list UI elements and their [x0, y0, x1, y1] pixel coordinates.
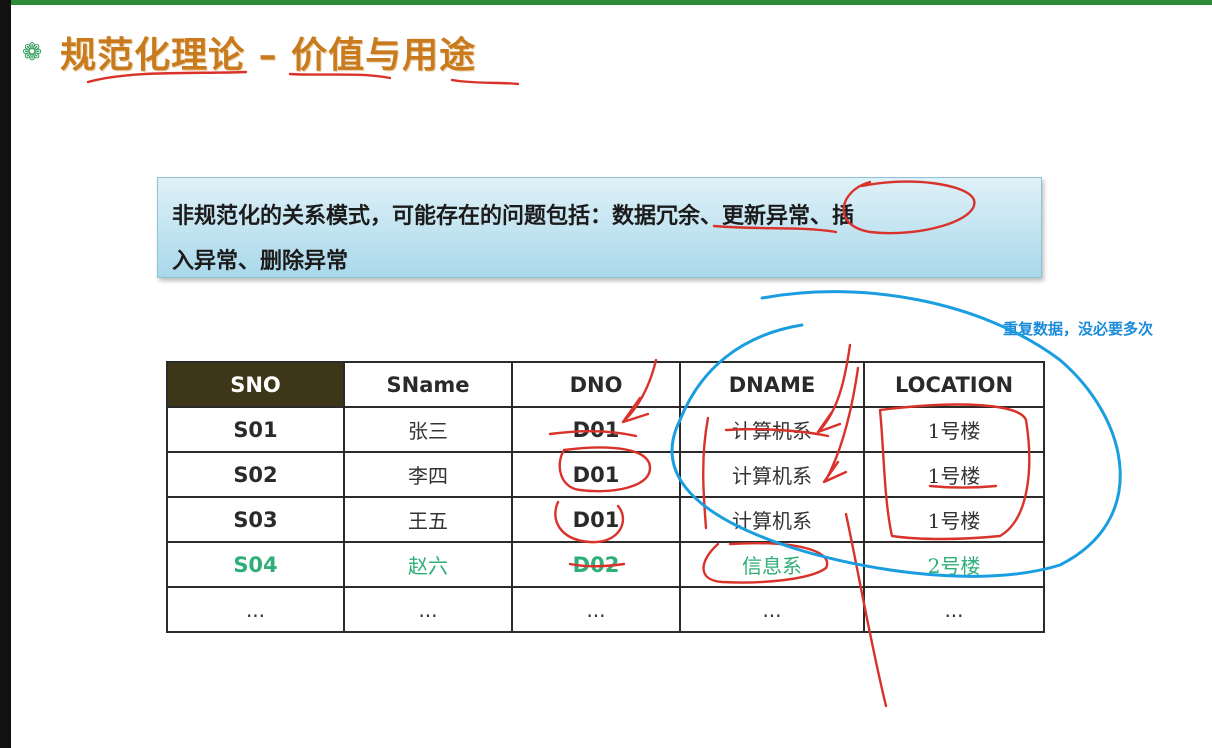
cell-location: 1号楼 [863, 406, 1045, 453]
cell-sname: 赵六 [343, 541, 513, 588]
callout-line-2: 入异常、删除异常 [172, 248, 349, 274]
table-header-row: SNO SName DNO DNAME LOCATION [166, 361, 1045, 408]
annotation-note: 重复数据，没必要多次 [1003, 320, 1154, 338]
cell-sname: 王五 [343, 496, 513, 543]
table-row: S03 王五 D01 计算机系 1号楼 [166, 496, 1045, 543]
header-sno: SNO [166, 361, 345, 408]
slide-title: 规范化理论 – 价值与用途 [60, 34, 477, 76]
cell-sno: S01 [166, 406, 345, 453]
header-dname: DNAME [679, 361, 865, 408]
window-left-edge [0, 0, 11, 748]
cell-dno: ... [511, 586, 681, 633]
cell-dname: 计算机系 [679, 496, 865, 543]
cell-location: 2号楼 [863, 541, 1045, 588]
table-row: S01 张三 D01 计算机系 1号楼 [166, 406, 1045, 453]
callout-box: 非规范化的关系模式，可能存在的问题包括：数据冗余、更新异常、插 入异常、删除异常 [157, 177, 1042, 278]
callout-line-1: 非规范化的关系模式，可能存在的问题包括：数据冗余、更新异常、插 [172, 203, 855, 229]
header-sname: SName [343, 361, 513, 408]
cell-location: 1号楼 [863, 496, 1045, 543]
cell-sno: S02 [166, 451, 345, 498]
cell-sname: 李四 [343, 451, 513, 498]
cell-dno: D02 [511, 541, 681, 588]
cell-sname: 张三 [343, 406, 513, 453]
cell-dname: ... [679, 586, 865, 633]
table-row: ... ... ... ... ... [166, 586, 1045, 633]
cell-dname: 计算机系 [679, 406, 865, 453]
student-department-table: SNO SName DNO DNAME LOCATION S01 张三 D01 … [166, 361, 1045, 633]
cell-sname: ... [343, 586, 513, 633]
cell-location: 1号楼 [863, 451, 1045, 498]
cell-sno: ... [166, 586, 345, 633]
slide-title-area: ❁ 规范化理论 – 价值与用途 [22, 22, 476, 82]
cell-dno: D01 [511, 451, 681, 498]
header-location: LOCATION [863, 361, 1045, 408]
table-row-highlighted: S04 赵六 D02 信息系 2号楼 [166, 541, 1045, 588]
window-top-bar [0, 0, 1212, 5]
cell-dno: D01 [511, 496, 681, 543]
cell-sno: S03 [166, 496, 345, 543]
cell-sno: S04 [166, 541, 345, 588]
gear-flower-icon: ❁ [22, 38, 43, 66]
cell-dno: D01 [511, 406, 681, 453]
cell-location: ... [863, 586, 1045, 633]
cell-dname: 信息系 [679, 541, 865, 588]
table-row: S02 李四 D01 计算机系 1号楼 [166, 451, 1045, 498]
cell-dname: 计算机系 [679, 451, 865, 498]
header-dno: DNO [511, 361, 681, 408]
